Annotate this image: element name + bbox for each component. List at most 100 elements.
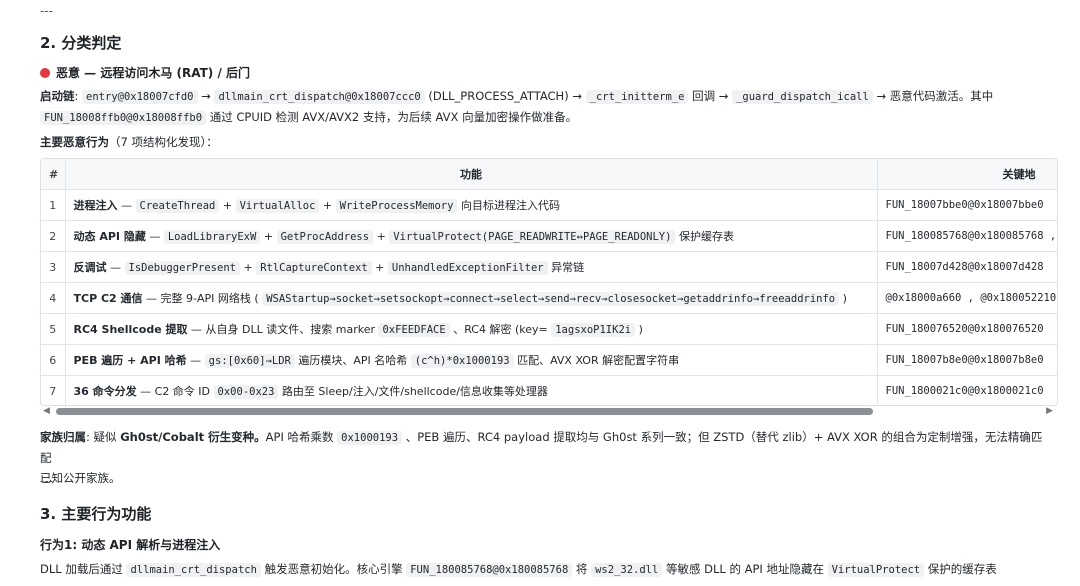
row-key-address: FUN_18007d428@0x18007d428: [877, 251, 1057, 283]
api-code: GetProcAddress: [276, 230, 374, 244]
section-3-title: 3. 主要行为功能: [40, 505, 152, 523]
table-row: 1 进程注入 — CreateThread + VirtualAlloc + Wr…: [41, 189, 1057, 221]
behavior-1-text: 保护的缓存表: [924, 562, 997, 576]
row-function: 进程注入 — CreateThread + VirtualAlloc + Wri…: [65, 189, 878, 221]
function-text: 匹配、AVX XOR 解密配置字符串: [513, 354, 680, 367]
row-key-address: FUN_180076520@0x180076520: [877, 313, 1057, 345]
boot-chain-text: 通过 CPUID 检测 AVX/AVX2 支持，为后续 AVX 向量加密操作做准…: [206, 110, 578, 124]
row-function: 反调试 — IsDebuggerPresent + RtlCaptureCont…: [65, 251, 878, 283]
main-behaviors-label: 主要恶意行为: [40, 135, 109, 149]
boot-chain-text: 回调 →: [688, 89, 733, 103]
row-function: PEB 遍历 + API 哈希 — gs:[0x60]→LDR 遍历模块、API…: [65, 344, 878, 376]
api-code: gs:[0x60]→LDR: [204, 354, 295, 368]
red-circle-icon: [40, 68, 50, 78]
function-text: —: [106, 261, 125, 274]
function-text: +: [260, 230, 277, 243]
function-text: +: [219, 199, 236, 212]
function-text: +: [239, 261, 257, 274]
behavior-1-text: 将: [572, 562, 592, 576]
boot-chain-text: :: [74, 89, 83, 103]
behavior-1-text: 等敏感 DLL 的 API 地址隐藏在: [662, 562, 828, 576]
function-text: ): [635, 323, 643, 336]
row-number: 7: [41, 375, 66, 405]
table-row: 3 反调试 — IsDebuggerPresent + RtlCaptureCon…: [41, 251, 1057, 283]
verdict-text: 恶意 — 远程访问木马 (RAT) / 后门: [56, 66, 251, 80]
mid-separator: ---: [40, 474, 53, 488]
function-title: TCP C2 通信: [73, 292, 143, 305]
header-num: #: [41, 159, 66, 190]
api-code: 0xFEEDFACE: [378, 323, 450, 337]
function-text: —: [145, 230, 164, 243]
row-key-address: @0x18000a660 , @0x180052210: [877, 282, 1057, 314]
guard-dispatch-code: _guard_dispatch_icall: [732, 90, 873, 104]
function-text: +: [371, 261, 388, 274]
scroll-right-arrow-icon[interactable]: ▶: [1046, 404, 1053, 418]
api-code: WriteProcessMemory: [335, 199, 458, 213]
family-bold: Gh0st/Cobalt 衍生变种。: [120, 430, 266, 444]
api-code: (c^h)*0x1000193: [410, 354, 514, 368]
function-text: — C2 命令 ID: [136, 385, 214, 398]
function-text: ): [839, 292, 847, 305]
row-function: TCP C2 通信 — 完整 9-API 网络栈 ( WSAStartup→so…: [65, 282, 878, 314]
table-row: 2 动态 API 隐藏 — LoadLibraryExW + GetProcAdd…: [41, 220, 1057, 252]
crt-initterm-code: _crt_initterm_e: [585, 90, 689, 104]
row-number: 5: [41, 313, 66, 345]
table-row: 6 PEB 遍历 + API 哈希 — gs:[0x60]→LDR 遍历模块、AP…: [41, 344, 1057, 376]
api-code: UnhandledExceptionFilter: [387, 261, 548, 275]
row-key-address: FUN_1800021c0@0x1800021c0: [877, 375, 1057, 405]
row-function: 36 命令分发 — C2 命令 ID 0x00-0x23 路由至 Sleep/注…: [65, 375, 878, 405]
behavior-table: # 功能 关键地 1 进程注入 — CreateThread + VirtualA…: [41, 159, 1057, 405]
function-text: 向目标进程注入代码: [457, 199, 560, 212]
table-row: 7 36 命令分发 — C2 命令 ID 0x00-0x23 路由至 Sleep/…: [41, 375, 1057, 405]
row-function: RC4 Shellcode 提取 — 从自身 DLL 读文件、搜索 marker…: [65, 313, 878, 345]
cpuid-func-code: FUN_18008ffb0@0x18008ffb0: [40, 111, 207, 125]
entry-code: entry@0x18007cfd0: [82, 90, 198, 104]
top-separator: ---: [40, 4, 53, 18]
api-code: IsDebuggerPresent: [124, 261, 240, 275]
function-text: —: [186, 354, 205, 367]
row-function: 动态 API 隐藏 — LoadLibraryExW + GetProcAddr…: [65, 220, 878, 252]
table-horizontal-scrollbar[interactable]: ◀ ▶: [40, 404, 1056, 418]
boot-chain-text: (DLL_PROCESS_ATTACH) →: [424, 89, 586, 103]
behavior-table-container[interactable]: # 功能 关键地 1 进程注入 — CreateThread + VirtualA…: [40, 158, 1058, 406]
family-line-1: 家族归属: 疑似 Gh0st/Cobalt 衍生变种。API 哈希乘数 0x10…: [40, 427, 1052, 468]
boot-chain-label: 启动链: [40, 89, 75, 103]
api-code: WSAStartup→socket→setsockopt→connect→sel…: [262, 292, 840, 306]
header-key-address: 关键地: [877, 159, 1057, 190]
virtualprotect-code: VirtualProtect: [827, 563, 925, 577]
scroll-thumb[interactable]: [56, 408, 873, 415]
api-code: VirtualAlloc: [235, 199, 320, 213]
behavior-1-paragraph: DLL 加载后通过 dllmain_crt_dispatch 触发恶意初始化。核…: [40, 559, 1052, 580]
row-number: 3: [41, 251, 66, 283]
boot-chain-text: → 恶意代码激活。其中: [872, 89, 994, 103]
main-behaviors-note: （7 项结构化发现）：: [109, 135, 218, 149]
function-text: 异常链: [547, 261, 585, 274]
row-number: 2: [41, 220, 66, 252]
section-2-title: 2. 分类判定: [40, 34, 122, 52]
verdict-line: 恶意 — 远程访问木马 (RAT) / 后门: [40, 64, 250, 81]
function-text: +: [319, 199, 336, 212]
table-header-row: # 功能 关键地: [41, 159, 1057, 190]
function-text: 路由至 Sleep/注入/文件/shellcode/信息收集等处理器: [278, 385, 548, 398]
main-behaviors-heading: 主要恶意行为（7 项结构化发现）：: [40, 132, 1052, 152]
boot-chain-line-2: FUN_18008ffb0@0x18008ffb0 通过 CPUID 检测 AV…: [40, 107, 1052, 128]
function-text: 保护缓存表: [675, 230, 734, 243]
scroll-left-arrow-icon[interactable]: ◀: [43, 404, 50, 418]
api-code: 0x00-0x23: [213, 385, 279, 399]
row-key-address: FUN_18007bbe0@0x18007bbe0: [877, 189, 1057, 221]
dllmain-code: dllmain_crt_dispatch: [126, 563, 261, 577]
function-title: PEB 遍历 + API 哈希: [73, 354, 187, 367]
boot-chain-text: →: [197, 89, 215, 103]
function-title: 进程注入: [73, 199, 118, 212]
row-number: 6: [41, 344, 66, 376]
function-text: 、RC4 解密 (key=: [449, 323, 552, 336]
row-number: 4: [41, 282, 66, 314]
dllmain-code: dllmain_crt_dispatch@0x18007ccc0: [214, 90, 425, 104]
api-code: CreateThread: [135, 199, 220, 213]
family-text: : 疑似: [86, 430, 121, 444]
function-title: RC4 Shellcode 提取: [73, 323, 188, 336]
function-text: — 完整 9-API 网络栈 (: [142, 292, 263, 305]
function-title: 动态 API 隐藏: [73, 230, 146, 243]
boot-chain-line-1: 启动链: entry@0x18007cfd0 → dllmain_crt_dis…: [40, 86, 1052, 107]
api-code: 1agsxoP1IK2i: [551, 323, 636, 337]
